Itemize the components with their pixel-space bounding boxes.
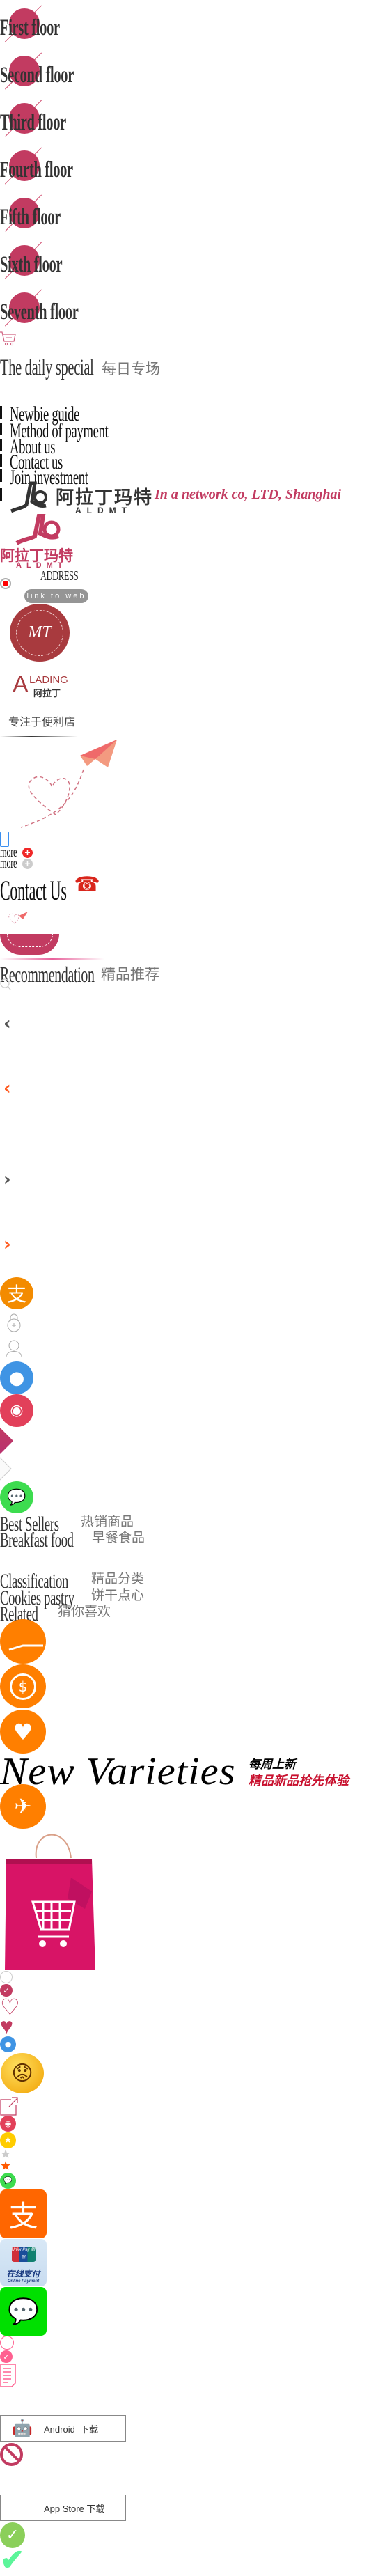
more-label: more	[0, 856, 17, 871]
floor-link[interactable]: Seventh floor	[0, 301, 79, 324]
qq-icon[interactable]: ●	[0, 1361, 33, 1394]
lading-logo-cn: 阿拉丁	[33, 688, 61, 698]
cart-icon[interactable]	[0, 331, 17, 347]
footer-link-bar	[0, 454, 2, 467]
lading-logo: A LADING 阿拉丁	[13, 673, 75, 698]
star-filled-icon[interactable]: ★	[0, 2160, 11, 2172]
shopping-bag-cart-image	[5, 1829, 100, 1971]
weibo-small-icon[interactable]: ◉	[0, 2116, 16, 2132]
footer-link-bar	[0, 423, 2, 435]
app-store-download-button[interactable]: App Store 下载	[0, 2495, 126, 2521]
floor-link[interactable]: Second floor	[0, 64, 74, 87]
floor-link[interactable]: Fifth floor	[0, 206, 61, 229]
footer-link-bar	[0, 406, 2, 419]
ban-icon[interactable]	[0, 2443, 23, 2466]
location-radio-icon[interactable]	[0, 578, 11, 589]
daily-special-cn: 每日专场	[102, 361, 160, 377]
pink-gradient-divider	[0, 958, 104, 960]
pink-diamond-shape	[0, 1423, 14, 1458]
plus-icon: +	[22, 847, 33, 858]
qq-small-icon[interactable]: ●	[0, 2036, 16, 2052]
floor-link[interactable]: Sixth floor	[0, 253, 63, 276]
unionpay-online-payment-icon[interactable]: UnionPay 银联 在线支付 Online Payment	[0, 2239, 47, 2286]
alipay-payment-icon[interactable]: 支	[0, 2189, 47, 2238]
unionpay-logo: UnionPay 银联	[11, 2247, 36, 2262]
chevron-right-active-icon[interactable]: ›	[3, 1235, 11, 1254]
chevron-right-icon[interactable]: ›	[3, 1171, 11, 1189]
tagline: 专注于便利店	[8, 715, 76, 728]
new-varieties-tagline: 精品新品抢先体验	[249, 1774, 349, 1788]
floor-link[interactable]: Third floor	[0, 111, 66, 134]
worried-emoji-icon: 😟	[1, 2053, 44, 2093]
contact-us-title: Contact Us	[0, 875, 67, 906]
qzone-icon[interactable]: ★	[0, 2132, 16, 2148]
heart-plane-small-icon	[5, 911, 29, 926]
category-cn[interactable]: 早餐食品	[92, 1531, 145, 1545]
pink-radio-unchecked-icon[interactable]	[0, 2336, 14, 2350]
footer-link-bar	[0, 488, 2, 501]
footer-link-bar	[0, 439, 2, 451]
category-cn[interactable]: 热销商品	[81, 1515, 134, 1529]
category-cn[interactable]: 猜你喜欢	[58, 1605, 111, 1618]
green-tick-icon: ✔	[0, 2543, 25, 2576]
airplane-icon[interactable]: ✈	[0, 1784, 46, 1829]
category-cn[interactable]: 精品分类	[91, 1572, 144, 1586]
new-varieties-subtitle: 每周上新	[249, 1758, 296, 1771]
telephone-icon[interactable]: ☎	[74, 873, 100, 897]
lading-logo-a: A	[13, 671, 29, 698]
online-payment-en: Online Payment	[7, 2279, 40, 2284]
wechat-payment-icon[interactable]: 💬	[0, 2287, 47, 2336]
wechat-small-icon[interactable]: 💬	[0, 2173, 16, 2189]
online-payment-cn: 在线支付	[6, 2269, 40, 2279]
alipay-icon[interactable]: 支	[0, 1277, 33, 1309]
clock-icon[interactable]	[0, 1619, 46, 1664]
category-cn[interactable]: 饼干点心	[91, 1589, 144, 1602]
lock-icon[interactable]	[6, 1313, 22, 1332]
half-circle-badge	[0, 934, 59, 955]
divider	[0, 736, 78, 737]
plus-icon: +	[22, 858, 33, 869]
heart-filled-icon[interactable]: ♥	[0, 2015, 13, 2037]
checkbox-unchecked-icon[interactable]	[0, 1971, 13, 1983]
weibo-icon[interactable]: ◉	[0, 1394, 33, 1427]
wechat-icon[interactable]: 💬	[0, 1481, 33, 1513]
chevron-left-icon[interactable]: ‹	[3, 1015, 11, 1033]
dollar-icon[interactable]: $	[0, 1664, 46, 1708]
floor-link[interactable]: First floor	[0, 17, 60, 40]
chevron-left-active-icon[interactable]: ‹	[3, 1079, 11, 1098]
daily-special-title: The daily special	[0, 355, 94, 380]
user-icon[interactable]	[6, 1340, 22, 1357]
mt-badge-text: MT	[16, 609, 63, 656]
lading-logo-text: LADING	[29, 674, 68, 686]
heart-paper-plane-illustration	[17, 738, 118, 829]
search-icon[interactable]	[0, 978, 11, 990]
android-icon: 🤖	[12, 2419, 33, 2438]
floor-link[interactable]: Fourth floor	[0, 159, 73, 182]
link-to-web-button[interactable]: link to web	[24, 589, 88, 603]
brand-slogan: In a network co, LTD, Shanghai	[155, 487, 342, 502]
category-title[interactable]: Breakfast food	[0, 1530, 74, 1551]
pink-radio-checked-icon[interactable]: ✓	[0, 2350, 13, 2363]
app-store-download-label: App Store 下载	[44, 2503, 105, 2514]
heart-icon[interactable]: ♥	[0, 1710, 46, 1754]
recommendation-cn: 精品推荐	[101, 966, 159, 983]
address-label: ADDRESS	[40, 568, 79, 584]
aldmt-logo-pink	[15, 513, 61, 546]
document-icon[interactable]	[0, 2364, 16, 2387]
footer-link-bar	[0, 469, 2, 482]
aldmt-logo-dark	[10, 481, 47, 514]
recommendation-title: Recommendation	[0, 962, 95, 987]
external-link-icon[interactable]	[0, 2097, 18, 2116]
android-download-button[interactable]: 🤖 Android 下载	[0, 2415, 126, 2442]
mt-badge: MT	[10, 604, 70, 662]
android-download-label: Android 下载	[44, 2423, 99, 2435]
white-diamond-shape	[0, 1453, 12, 1485]
brand-name-en: ALDMT	[75, 506, 132, 515]
more-link[interactable]: more +	[0, 856, 33, 871]
